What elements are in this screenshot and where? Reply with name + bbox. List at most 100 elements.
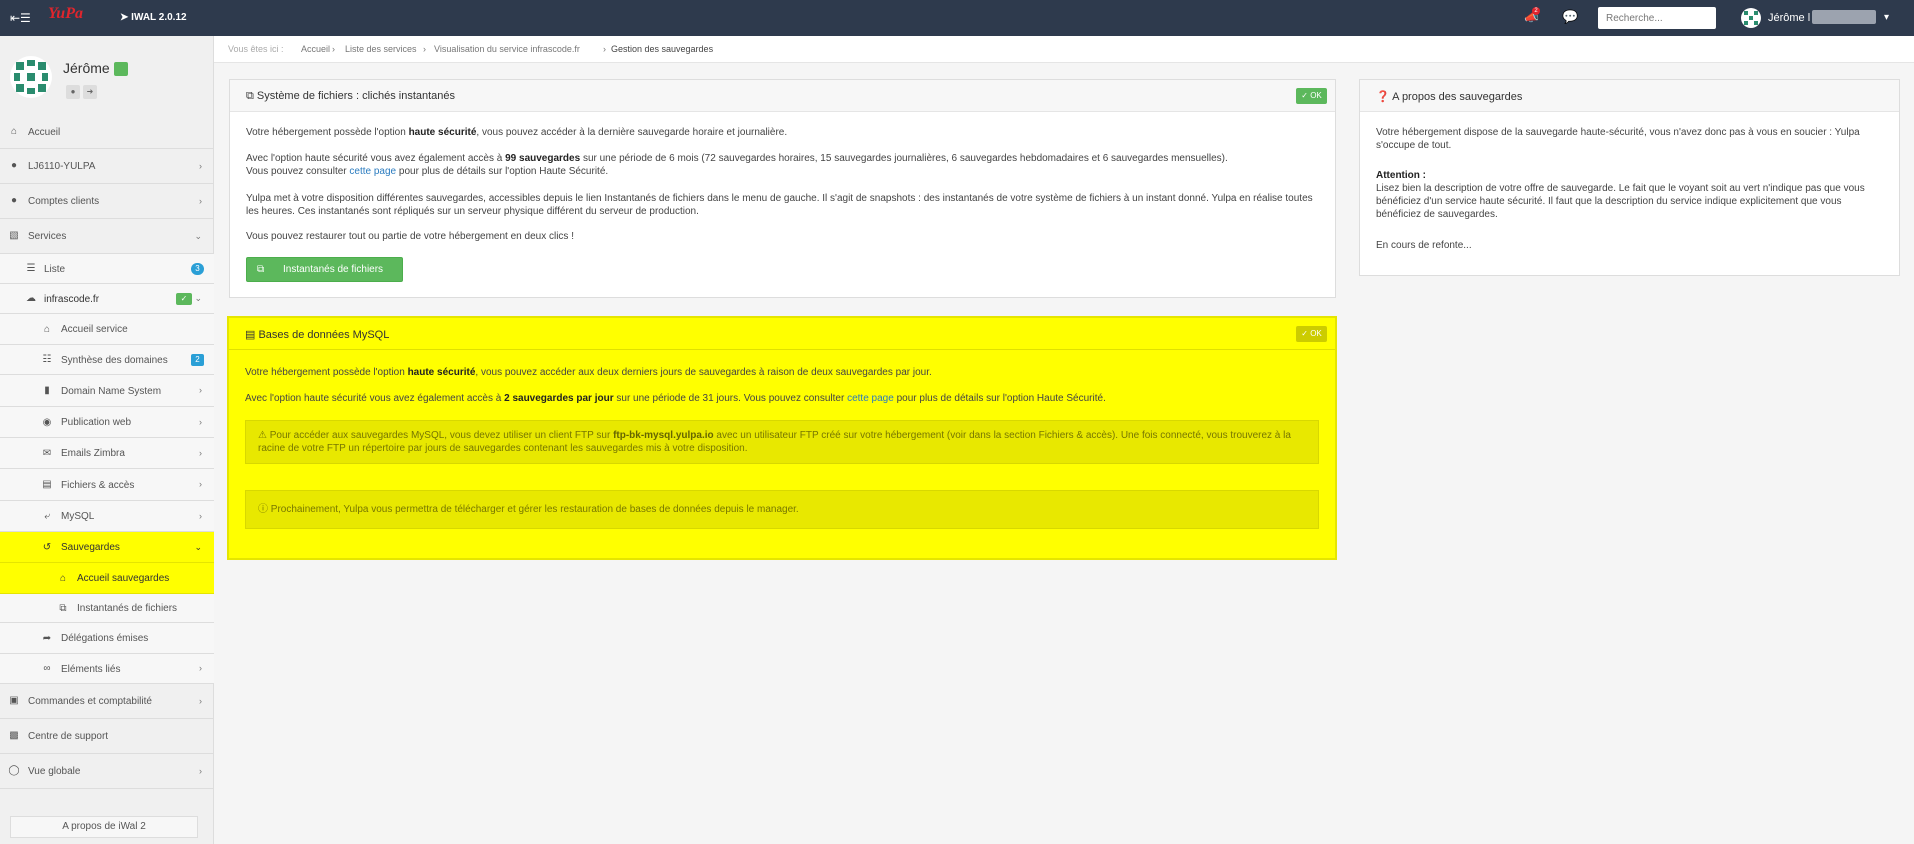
copy-icon: ⧉: [246, 90, 254, 102]
sidebar: Jérôme ● ➜ ⌂ Accueil ● LJ6110-YULPA › ● …: [0, 36, 214, 844]
sidebar-item-label: MySQL: [61, 511, 95, 522]
instantanes-fichiers-button[interactable]: ⧉ Instantanés de fichiers: [246, 257, 403, 282]
panel-title-text: Système de fichiers : clichés instantané…: [256, 90, 456, 102]
sidebar-item-delegations[interactable]: ➦ Délégations émises: [0, 623, 214, 654]
sidebar-item-dns[interactable]: ▮ Domain Name System ›: [0, 375, 214, 407]
paragraph: Attention : Lisez bien la description de …: [1376, 169, 1883, 221]
panel-title: ▤ Bases de données MySQL: [245, 328, 389, 341]
sidebar-item-label: Vue globale: [28, 766, 81, 777]
sidebar-item-publication-web[interactable]: ◉ Publication web ›: [0, 407, 214, 438]
chevron-right-icon: ›: [423, 44, 426, 54]
sidebar-item-commandes[interactable]: ▣ Commandes et comptabilité ›: [0, 684, 214, 719]
breadcrumb-service[interactable]: Visualisation du service infrascode.fr: [434, 44, 580, 54]
haute-securite-link[interactable]: cette page: [847, 393, 894, 404]
chevron-down-icon: ⌄: [194, 293, 202, 303]
status-ok-badge: ✓: [176, 293, 192, 305]
profile-block: Jérôme ● ➜: [0, 36, 214, 116]
chevron-right-icon: ›: [603, 44, 606, 54]
sidebar-item-account[interactable]: ● LJ6110-YULPA ›: [0, 149, 214, 184]
link-icon: ∞: [43, 663, 51, 674]
sidebar-item-accueil-service[interactable]: ⌂ Accueil service: [0, 314, 214, 345]
question-circle-icon: ❓: [1376, 91, 1390, 103]
paragraph: Yulpa met à votre disposition différente…: [246, 193, 1313, 217]
sidebar-item-instantanes[interactable]: ⧉ Instantanés de fichiers: [0, 594, 214, 623]
bold-text: 2 sauvegardes par jour: [504, 393, 614, 404]
bold-text: ftp-bk-mysql.yulpa.io: [613, 430, 714, 441]
sidebar-item-services[interactable]: ▧ Services ⌄: [0, 219, 214, 254]
chat-icon[interactable]: 💬: [1562, 9, 1578, 25]
about-backups-panel: ❓ A propos des sauvegardes Votre héberge…: [1359, 79, 1900, 276]
sidebar-item-accueil-sauvegardes[interactable]: ⌂ Accueil sauvegardes: [0, 563, 214, 594]
bold-text: haute sécurité: [407, 367, 476, 378]
sidebar-item-elements-lies[interactable]: ∞ Eléments liés ›: [0, 654, 214, 684]
app-version[interactable]: ➤ IWAL 2.0.12: [120, 12, 187, 23]
sidebar-item-label: Délégations émises: [61, 633, 149, 644]
user-icon[interactable]: ●: [66, 85, 80, 99]
warning-alert: ⚠ Pour accéder aux sauvegardes MySQL, vo…: [245, 420, 1319, 464]
sidebar-item-sauvegardes[interactable]: ↺ Sauvegardes ⌄: [0, 532, 214, 563]
files-snapshot-panel: ⧉ Système de fichiers : clichés instanta…: [229, 79, 1336, 298]
chevron-down-icon: ⌄: [194, 542, 202, 552]
count-badge: 2: [191, 354, 204, 366]
status-ok-badge: ✓ OK: [1296, 88, 1327, 104]
about-iwal-button[interactable]: A propos de iWal 2: [10, 816, 198, 838]
caret-down-icon[interactable]: ▾: [1884, 12, 1889, 23]
chevron-right-icon: ›: [199, 766, 202, 776]
text: sur une période de 6 mois (72 sauvegarde…: [580, 153, 1228, 164]
sidebar-item-vue-globale[interactable]: ◯ Vue globale ›: [0, 754, 214, 789]
sidebar-item-synthese-domaines[interactable]: ☷ Synthèse des domaines 2: [0, 345, 214, 375]
chevron-right-icon: ›: [199, 161, 202, 171]
copy-icon: ⧉: [59, 603, 67, 614]
version-label: IWAL 2.0.12: [131, 12, 187, 23]
sidebar-item-liste[interactable]: ☰ Liste 3: [0, 254, 214, 284]
paragraph: Votre hébergement possède l'option haute…: [245, 366, 1319, 379]
history-icon: ↺: [42, 542, 52, 553]
text: Vous pouvez consulter: [246, 166, 350, 177]
cart-icon: ▣: [9, 695, 19, 706]
sidebar-item-label: Comptes clients: [28, 196, 100, 207]
sidebar-item-emails-zimbra[interactable]: ✉ Emails Zimbra ›: [0, 438, 214, 469]
chevron-right-icon: ›: [199, 479, 202, 489]
breadcrumb-accueil[interactable]: Accueil: [301, 44, 330, 54]
paragraph: En cours de refonte...: [1376, 240, 1472, 251]
sidebar-item-label: Fichiers & accès: [61, 480, 135, 491]
share-icon: ➦: [42, 633, 52, 644]
panel-title: ⧉ Système de fichiers : clichés instanta…: [246, 90, 455, 103]
redacted-surname: [1812, 10, 1876, 24]
user-icon: ●: [10, 160, 18, 171]
info-alert: ⓘ Prochainement, Yulpa vous permettra de…: [245, 490, 1319, 529]
lock-icon: [114, 62, 128, 76]
sidebar-item-mysql[interactable]: ⤶ MySQL ›: [0, 501, 214, 532]
envelope-icon: ✉: [42, 448, 52, 459]
sidebar-item-label: Accueil sauvegardes: [77, 573, 170, 584]
chevron-right-icon: ›: [199, 663, 202, 673]
sidebar-item-label: Eléments liés: [61, 664, 121, 675]
sidebar-item-label: Emails Zimbra: [61, 448, 125, 459]
haute-securite-link[interactable]: cette page: [349, 166, 396, 177]
sidebar-item-infrascode[interactable]: ☁ infrascode.fr ✓ ⌄: [0, 284, 214, 314]
sidebar-item-comptes-clients[interactable]: ● Comptes clients ›: [0, 184, 214, 219]
warning-icon: ⚠: [258, 430, 267, 441]
sidebar-item-label: Commandes et comptabilité: [28, 696, 152, 707]
text: Pour accéder aux sauvegardes MySQL, vous…: [269, 430, 614, 441]
sitemap-icon: ☷: [42, 354, 52, 365]
text: Lisez bien la description de votre offre…: [1376, 183, 1865, 220]
sidebar-item-label: Synthèse des domaines: [61, 355, 168, 366]
sidebar-item-fichiers-acces[interactable]: ▤ Fichiers & accès ›: [0, 469, 214, 501]
yulpa-logo[interactable]: YuPa: [48, 5, 90, 29]
logout-icon[interactable]: ➜: [83, 85, 97, 99]
sidebar-item-accueil[interactable]: ⌂ Accueil: [0, 116, 214, 149]
chevron-right-icon: ›: [332, 44, 335, 54]
user-name[interactable]: Jérôme l: [1768, 12, 1810, 24]
paragraph: Avec l'option haute sécurité vous avez é…: [246, 152, 1319, 178]
text: Prochainement, Yulpa vous permettra de t…: [270, 504, 799, 515]
sidebar-item-support[interactable]: ▩ Centre de support: [0, 719, 214, 754]
text: Avec l'option haute sécurité vous avez é…: [246, 153, 506, 164]
menu-toggle-icon[interactable]: ⇤☰: [10, 11, 31, 25]
panel-header: ❓ A propos des sauvegardes: [1360, 80, 1899, 112]
sidebar-item-label: Services: [28, 231, 67, 242]
user-avatar[interactable]: [1741, 8, 1761, 28]
sidebar-item-label: infrascode.fr: [44, 294, 100, 305]
breadcrumb-liste-services[interactable]: Liste des services: [345, 44, 417, 54]
search-input[interactable]: [1598, 7, 1716, 29]
